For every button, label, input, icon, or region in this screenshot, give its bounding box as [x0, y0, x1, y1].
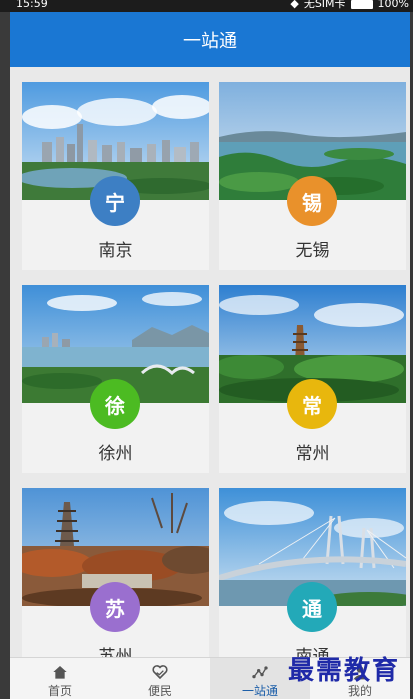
status-bar: 15:59 ◆ 无SIM卡 100%	[0, 0, 413, 12]
city-badge: 通	[287, 582, 337, 632]
city-badge: 常	[287, 379, 337, 429]
tab-label: 一站通	[241, 684, 278, 698]
battery-icon	[350, 0, 373, 9]
page-title: 一站通	[183, 30, 237, 52]
tab-label: 便民	[147, 684, 172, 698]
city-name: 苏州	[98, 647, 133, 657]
city-card-nantong[interactable]: 通 南通	[219, 488, 406, 657]
city-card-xuzhou[interactable]: 徐 徐州	[22, 285, 209, 473]
home-icon	[53, 666, 67, 679]
tab-home[interactable]: 首页	[10, 658, 110, 699]
city-name: 无锡	[295, 241, 330, 261]
app-screen: 15:59 ◆ 无SIM卡 100% 一站通 宁 南京 锡 无锡 徐 徐州 常 …	[0, 0, 413, 699]
city-badge: 宁	[90, 176, 140, 226]
tab-convenience[interactable]: 便民	[110, 658, 210, 699]
city-badge: 锡	[287, 176, 337, 226]
city-name: 南京	[98, 241, 133, 261]
city-name: 徐州	[98, 444, 133, 464]
city-name: 常州	[295, 444, 330, 464]
city-card-nanjing[interactable]: 宁 南京	[22, 82, 209, 270]
route-icon	[252, 666, 268, 679]
city-card-suzhou[interactable]: 苏 苏州	[22, 488, 209, 657]
left-border	[0, 0, 10, 699]
app-header: 一站通	[10, 12, 410, 67]
city-badge: 徐	[90, 379, 140, 429]
watermark-text: 最需教育	[288, 656, 401, 686]
sim-status: 无SIM卡	[303, 0, 346, 10]
city-card-wuxi[interactable]: 锡 无锡	[219, 82, 406, 270]
wifi-icon: ◆	[290, 0, 299, 10]
city-grid[interactable]: 宁 南京 锡 无锡 徐 徐州 常 常州 苏 苏州 通 南通	[10, 67, 410, 657]
tab-label: 首页	[47, 684, 72, 698]
status-time: 15:59	[16, 0, 48, 10]
heart-handshake-icon	[152, 665, 168, 680]
city-badge: 苏	[90, 582, 140, 632]
status-right: ◆ 无SIM卡 100%	[290, 0, 409, 10]
battery-level: 100%	[377, 0, 409, 10]
city-card-changzhou[interactable]: 常 常州	[219, 285, 406, 473]
